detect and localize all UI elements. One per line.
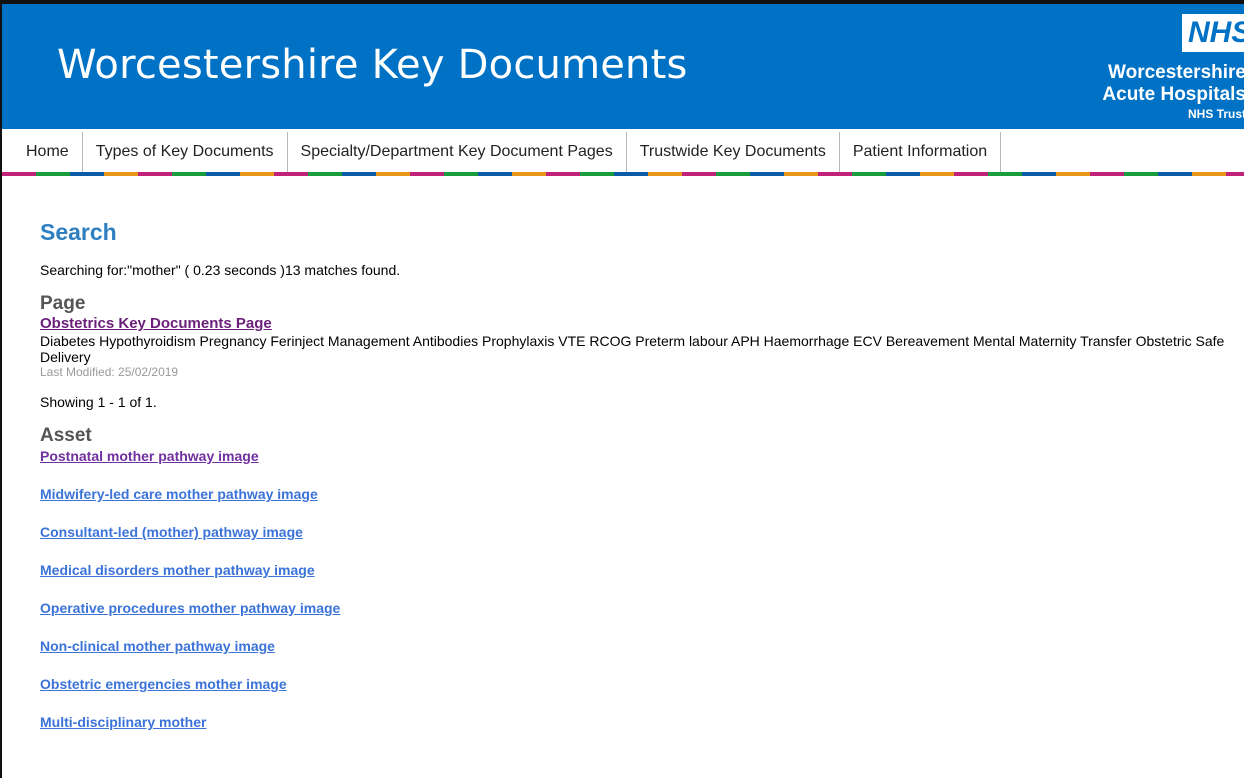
nhs-trust-logo[interactable]: NHS Worcestershire Acute Hospitals NHS T… xyxy=(1094,14,1244,124)
site-title[interactable]: Worcestershire Key Documents xyxy=(57,42,688,88)
asset-link-multi-disciplinary[interactable]: Multi-disciplinary mother xyxy=(40,713,1230,731)
page-results-heading: Page xyxy=(40,293,86,314)
site-header-banner: Worcestershire Key Documents NHS Worcest… xyxy=(2,4,1244,129)
asset-link-operative-procedures[interactable]: Operative procedures mother pathway imag… xyxy=(40,599,1230,617)
nav-item-specialty-department-pages[interactable]: Specialty/Department Key Document Pages xyxy=(288,132,627,172)
page-results-count: Showing 1 - 1 of 1. xyxy=(40,394,157,410)
asset-results-heading: Asset xyxy=(40,425,92,446)
main-navigation: Home Types of Key Documents Specialty/De… xyxy=(2,132,1244,172)
asset-link-obstetric-emergencies[interactable]: Obstetric emergencies mother image xyxy=(40,675,1230,693)
asset-link-consultant-led[interactable]: Consultant-led (mother) pathway image xyxy=(40,523,1230,541)
asset-link-midwifery-led[interactable]: Midwifery-led care mother pathway image xyxy=(40,485,1230,503)
nhs-logo-mark: NHS xyxy=(1182,14,1244,52)
asset-link-medical-disorders[interactable]: Medical disorders mother pathway image xyxy=(40,561,1230,579)
logo-text-line-2: Acute Hospitals xyxy=(1102,84,1244,105)
result-last-modified: Last Modified: 25/02/2019 xyxy=(40,365,179,379)
nav-item-trustwide-key-documents[interactable]: Trustwide Key Documents xyxy=(627,132,840,172)
result-snippet: Diabetes Hypothyroidism Pregnancy Ferinj… xyxy=(40,333,1225,365)
page-title: Search xyxy=(40,219,117,245)
logo-text-line-1: Worcestershire xyxy=(1108,62,1244,83)
search-summary: Searching for:"mother" ( 0.23 seconds )1… xyxy=(40,262,401,278)
search-results-content: Search Searching for:"mother" ( 0.23 sec… xyxy=(40,216,1230,751)
logo-text-line-3: NHS Trust xyxy=(1187,107,1244,121)
nav-color-stripe xyxy=(2,172,1244,176)
result-link-obstetrics-page[interactable]: Obstetrics Key Documents Page xyxy=(40,315,1230,333)
asset-results-list: Postnatal mother pathway image Midwifery… xyxy=(40,447,1230,731)
nav-item-patient-information[interactable]: Patient Information xyxy=(840,132,1002,172)
nav-item-home[interactable]: Home xyxy=(2,132,83,172)
asset-link-non-clinical[interactable]: Non-clinical mother pathway image xyxy=(40,637,1230,655)
asset-link-postnatal[interactable]: Postnatal mother pathway image xyxy=(40,447,1230,465)
nav-item-types-of-key-documents[interactable]: Types of Key Documents xyxy=(83,132,288,172)
